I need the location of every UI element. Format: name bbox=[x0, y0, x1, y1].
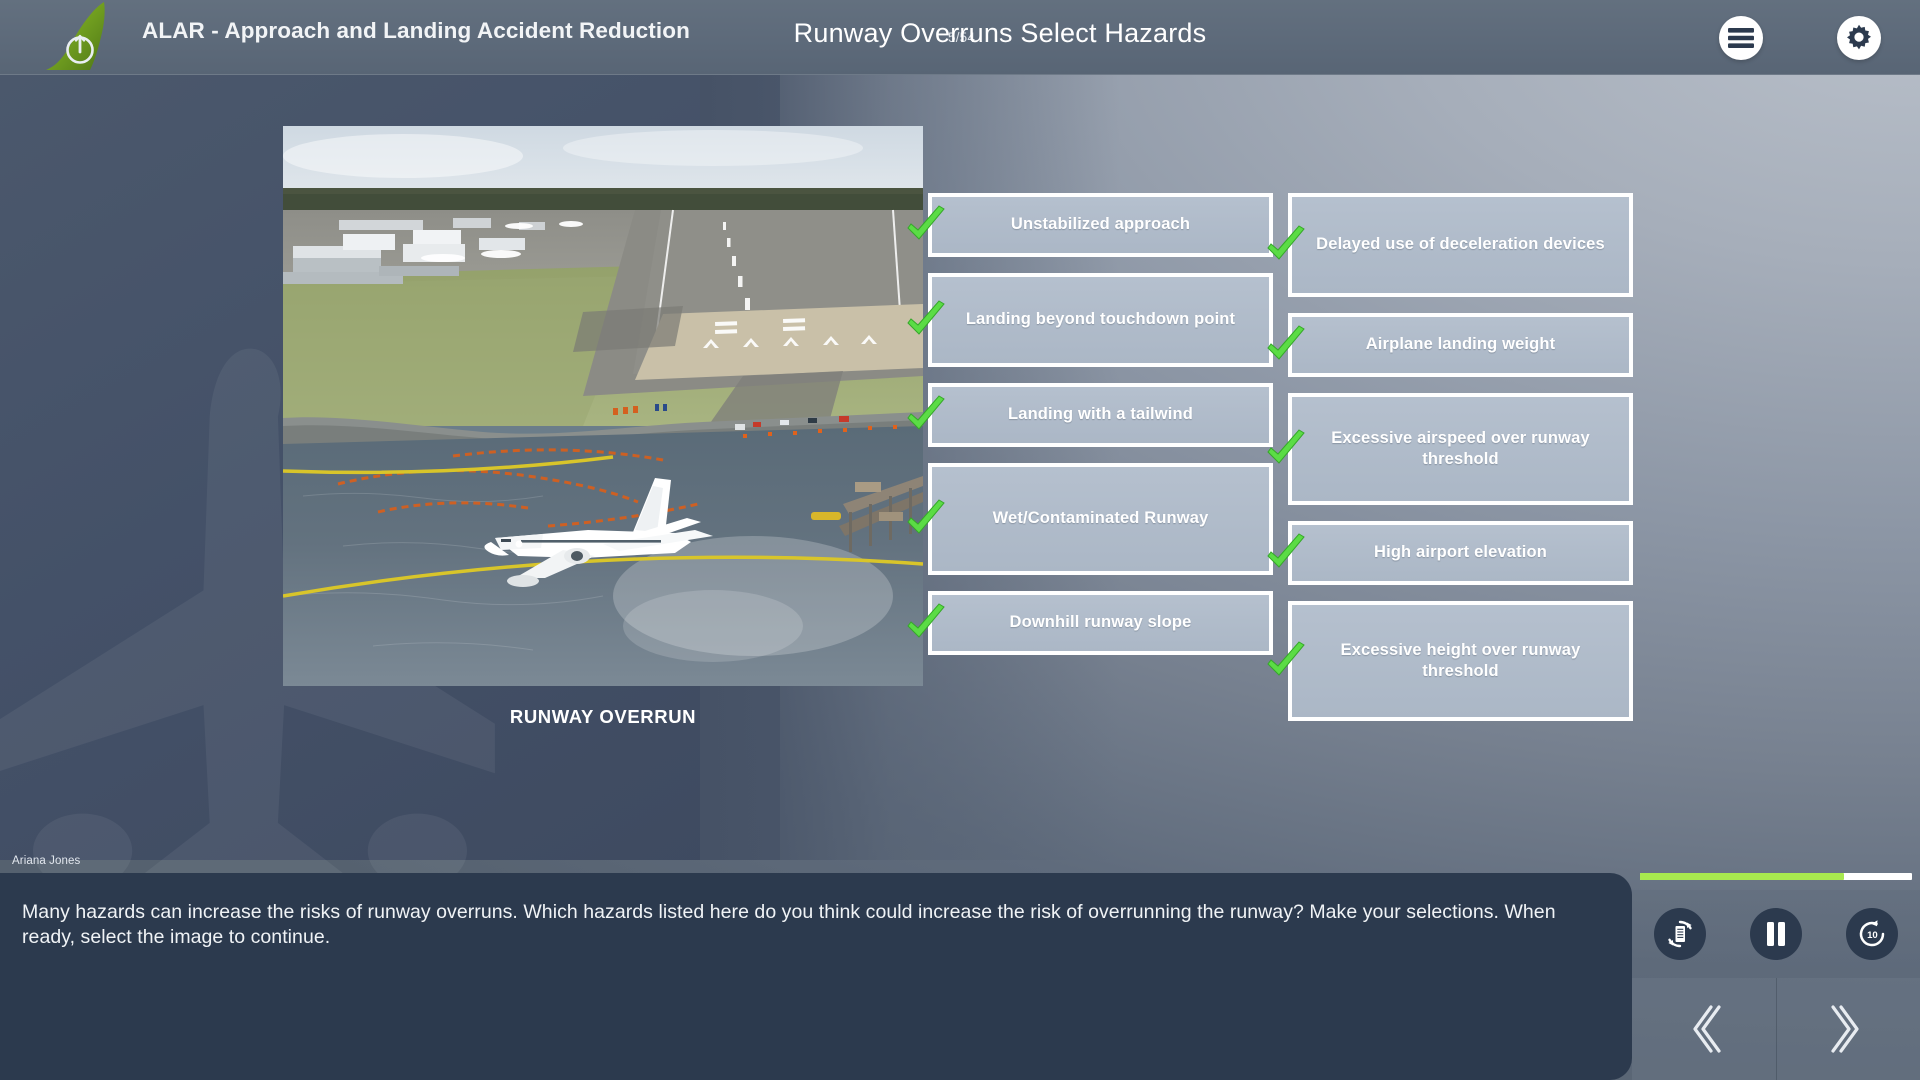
hamburger-menu-icon[interactable] bbox=[1719, 16, 1763, 60]
hazard-option[interactable]: Airplane landing weight bbox=[1267, 313, 1633, 377]
slide-navigation-row bbox=[1632, 978, 1920, 1080]
hazard-option-label: Landing with a tailwind bbox=[1008, 405, 1193, 424]
progress-bar-fill bbox=[1640, 873, 1844, 880]
hazard-option[interactable]: Landing beyond touchdown point bbox=[907, 273, 1273, 367]
hazard-option-label: Unstabilized approach bbox=[1010, 215, 1191, 234]
hazard-option[interactable]: Excessive height over runway threshold bbox=[1267, 601, 1633, 721]
media-player-controls: 10 bbox=[1632, 860, 1920, 1080]
hazard-column-left: Unstabilized approach Landing beyond tou… bbox=[907, 193, 1273, 671]
hazard-option-label: Excessive height over runway threshold bbox=[1340, 640, 1581, 680]
slide-title: Runway Overruns Select Hazards bbox=[793, 18, 1207, 48]
media-caption: RUNWAY OVERRUN bbox=[509, 706, 697, 727]
hazard-option[interactable]: Excessive airspeed over runway threshold bbox=[1267, 393, 1633, 505]
hazard-option[interactable]: High airport elevation bbox=[1267, 521, 1633, 585]
hazard-option-label: Airplane landing weight bbox=[1365, 335, 1556, 354]
hazard-option-label: Excessive airspeed over runway threshold bbox=[1331, 428, 1590, 468]
slide-content: RUNWAY OVERRUN Unstabilized approach Lan… bbox=[0, 75, 1920, 860]
hazard-option-label: High airport elevation bbox=[1374, 543, 1547, 562]
narration-text: Many hazards can increase the risks of r… bbox=[22, 901, 1556, 948]
speaker-name: Ariana Jones bbox=[12, 855, 81, 867]
runway-overrun-image[interactable] bbox=[283, 126, 923, 686]
hazard-option[interactable]: Landing with a tailwind bbox=[907, 383, 1273, 447]
slide-stage: ALAR - Approach and Landing Accident Red… bbox=[0, 0, 1920, 1080]
hazard-option[interactable]: Downhill runway slope bbox=[907, 591, 1273, 655]
replay-transcript-icon[interactable] bbox=[1654, 908, 1706, 960]
hazard-column-right: Delayed use of deceleration devices Airp… bbox=[1267, 193, 1633, 737]
hazard-option-label: Wet/Contaminated Runway bbox=[992, 509, 1209, 528]
hazard-option[interactable]: Wet/Contaminated Runway bbox=[907, 463, 1273, 575]
progress-bar-track[interactable] bbox=[1640, 873, 1912, 880]
rewind-seconds-label: 10 bbox=[1867, 930, 1878, 941]
hazard-option-label: Landing beyond touchdown point bbox=[965, 310, 1236, 329]
rewind-10-icon[interactable]: 10 bbox=[1846, 908, 1898, 960]
hazard-option-label: Downhill runway slope bbox=[1009, 613, 1192, 632]
narration-caption-panel: Many hazards can increase the risks of r… bbox=[0, 873, 1632, 1080]
pause-icon[interactable] bbox=[1750, 908, 1802, 960]
previous-slide-button[interactable] bbox=[1632, 978, 1777, 1080]
next-slide-button[interactable] bbox=[1776, 978, 1920, 1080]
media-block[interactable]: RUNWAY OVERRUN bbox=[283, 126, 923, 728]
playback-controls-row: 10 bbox=[1632, 890, 1920, 978]
hazard-option[interactable]: Unstabilized approach bbox=[907, 193, 1273, 257]
hazard-option-label: Delayed use of deceleration devices bbox=[1316, 235, 1605, 254]
hazard-option[interactable]: Delayed use of deceleration devices bbox=[1267, 193, 1633, 297]
gear-icon[interactable] bbox=[1837, 16, 1881, 60]
app-header: ALAR - Approach and Landing Accident Red… bbox=[0, 0, 1920, 75]
hazard-options-grid: Unstabilized approach Landing beyond tou… bbox=[907, 193, 1633, 813]
